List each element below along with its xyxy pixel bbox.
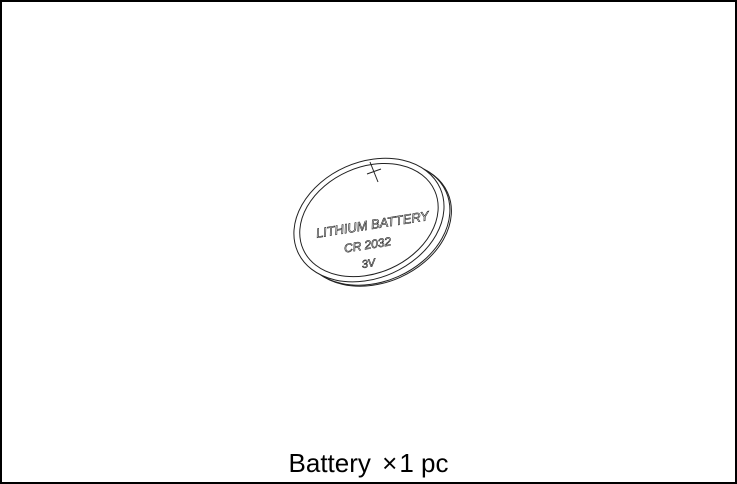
caption-quantity: 1 pc [399,448,449,478]
caption-item-name: Battery [288,448,371,478]
multiply-sign: × [382,448,398,478]
coin-cell-battery-illustration: LITHIUM BATTERY CR 2032 3V [282,142,462,302]
caption: Battery ×1 pc [2,448,735,478]
illustration-frame: LITHIUM BATTERY CR 2032 3V Battery ×1 pc [0,0,737,484]
battery-drawing: LITHIUM BATTERY CR 2032 3V [293,157,452,287]
